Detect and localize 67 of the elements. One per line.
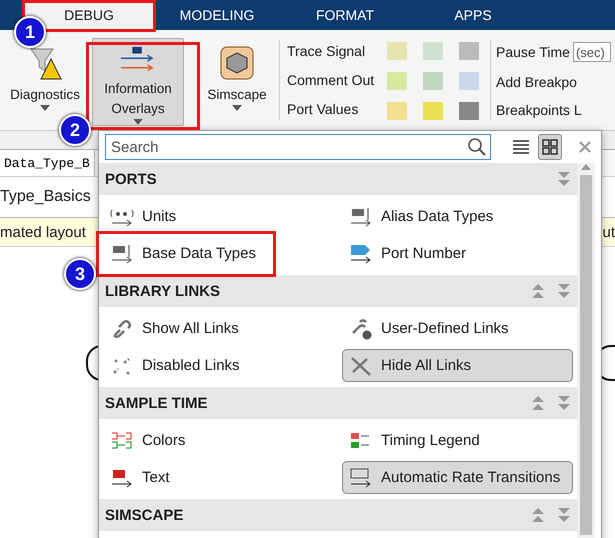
pause-time-field[interactable]: (sec) xyxy=(572,42,611,62)
overlay-option[interactable]: Port Number xyxy=(342,237,474,270)
toolbar-icon[interactable] xyxy=(422,71,444,91)
move-down-icon[interactable] xyxy=(557,507,571,523)
section-title: PORTS xyxy=(105,170,157,188)
hidden-link-icon xyxy=(349,354,373,376)
section-title: SIMSCAPE xyxy=(105,506,184,524)
toolbar-icon[interactable] xyxy=(458,41,480,61)
info-message: ut xyxy=(602,224,615,240)
model-path: Type_Basics xyxy=(0,188,91,206)
move-down-icon[interactable] xyxy=(557,395,571,411)
pause-time-label: Pause Time xyxy=(496,44,570,60)
section-title: LIBRARY LINKS xyxy=(105,282,220,300)
cube-icon xyxy=(219,45,255,81)
data-type-icon xyxy=(110,242,134,264)
data-type-icon xyxy=(349,206,373,228)
caret-icon xyxy=(232,105,242,111)
overlay-option[interactable]: Hide All Links xyxy=(342,349,573,382)
link-icon xyxy=(110,318,134,340)
command-label[interactable]: Port Values xyxy=(287,101,375,118)
caret-icon xyxy=(40,105,50,111)
overlay-option[interactable]: Alias Data Types xyxy=(342,200,500,233)
move-down-icon[interactable] xyxy=(557,171,571,187)
list-icon xyxy=(512,140,529,154)
section-title: SAMPLE TIME xyxy=(105,394,208,412)
model-tab[interactable]: Data_Type_B xyxy=(0,150,95,176)
search-icon xyxy=(467,137,487,157)
toolbar-icon[interactable] xyxy=(458,71,480,91)
grid-view-button[interactable] xyxy=(538,134,562,160)
move-up-icon[interactable] xyxy=(531,395,545,411)
overlay-option[interactable]: Text xyxy=(103,461,177,494)
overlay-option[interactable]: User-Defined Links xyxy=(342,312,516,345)
ribbon-tab[interactable]: FORMAT xyxy=(281,0,409,30)
grid-icon xyxy=(542,139,558,155)
overlay-option[interactable]: Base Data Types xyxy=(103,237,263,270)
rate-transition-icon xyxy=(349,466,373,488)
command-label[interactable]: Trace Signal xyxy=(287,42,375,59)
overlay-option[interactable]: Automatic Rate Transitions xyxy=(342,461,573,494)
overlay-option[interactable]: Show All Links xyxy=(103,312,246,345)
move-up-icon[interactable] xyxy=(531,283,545,299)
scroll-up-icon[interactable] xyxy=(581,163,591,171)
ribbon-tab[interactable]: MODELING xyxy=(153,0,281,30)
breakpoint-button[interactable]: Breakpoints L xyxy=(496,102,611,118)
caret-icon xyxy=(133,119,143,125)
close-icon xyxy=(579,141,592,153)
overlay-option[interactable]: Disabled Links xyxy=(103,349,247,382)
search-field[interactable]: Search xyxy=(105,134,491,160)
command-label[interactable]: Comment Out xyxy=(287,72,375,88)
toolbar-icon[interactable] xyxy=(458,101,480,121)
ribbon-button[interactable]: Information Overlays xyxy=(92,38,184,126)
section-header[interactable]: SAMPLE TIME xyxy=(99,387,577,419)
move-up-icon[interactable] xyxy=(531,507,545,523)
overlay-option[interactable]: Timing Legend xyxy=(342,424,487,457)
port-number-icon xyxy=(349,242,373,264)
overlay-option[interactable]: Colors xyxy=(103,424,192,457)
ribbon-tab[interactable]: APPS xyxy=(409,0,537,30)
section-header[interactable]: PORTS xyxy=(99,163,577,195)
breakpoint-button[interactable]: Add Breakpo xyxy=(496,74,611,90)
overlay-option[interactable]: Units xyxy=(103,200,184,233)
sample-colors-icon xyxy=(110,430,134,452)
section-header[interactable]: LIBRARY LINKS xyxy=(99,275,577,307)
section-header[interactable]: SIMSCAPE xyxy=(99,499,577,531)
info-message: mated layout xyxy=(0,224,86,240)
scrollbar-thumb[interactable] xyxy=(580,175,592,535)
move-down-icon[interactable] xyxy=(557,283,571,299)
step-marker: 3 xyxy=(64,258,96,290)
ribbon-button[interactable]: Simscape xyxy=(200,38,274,112)
